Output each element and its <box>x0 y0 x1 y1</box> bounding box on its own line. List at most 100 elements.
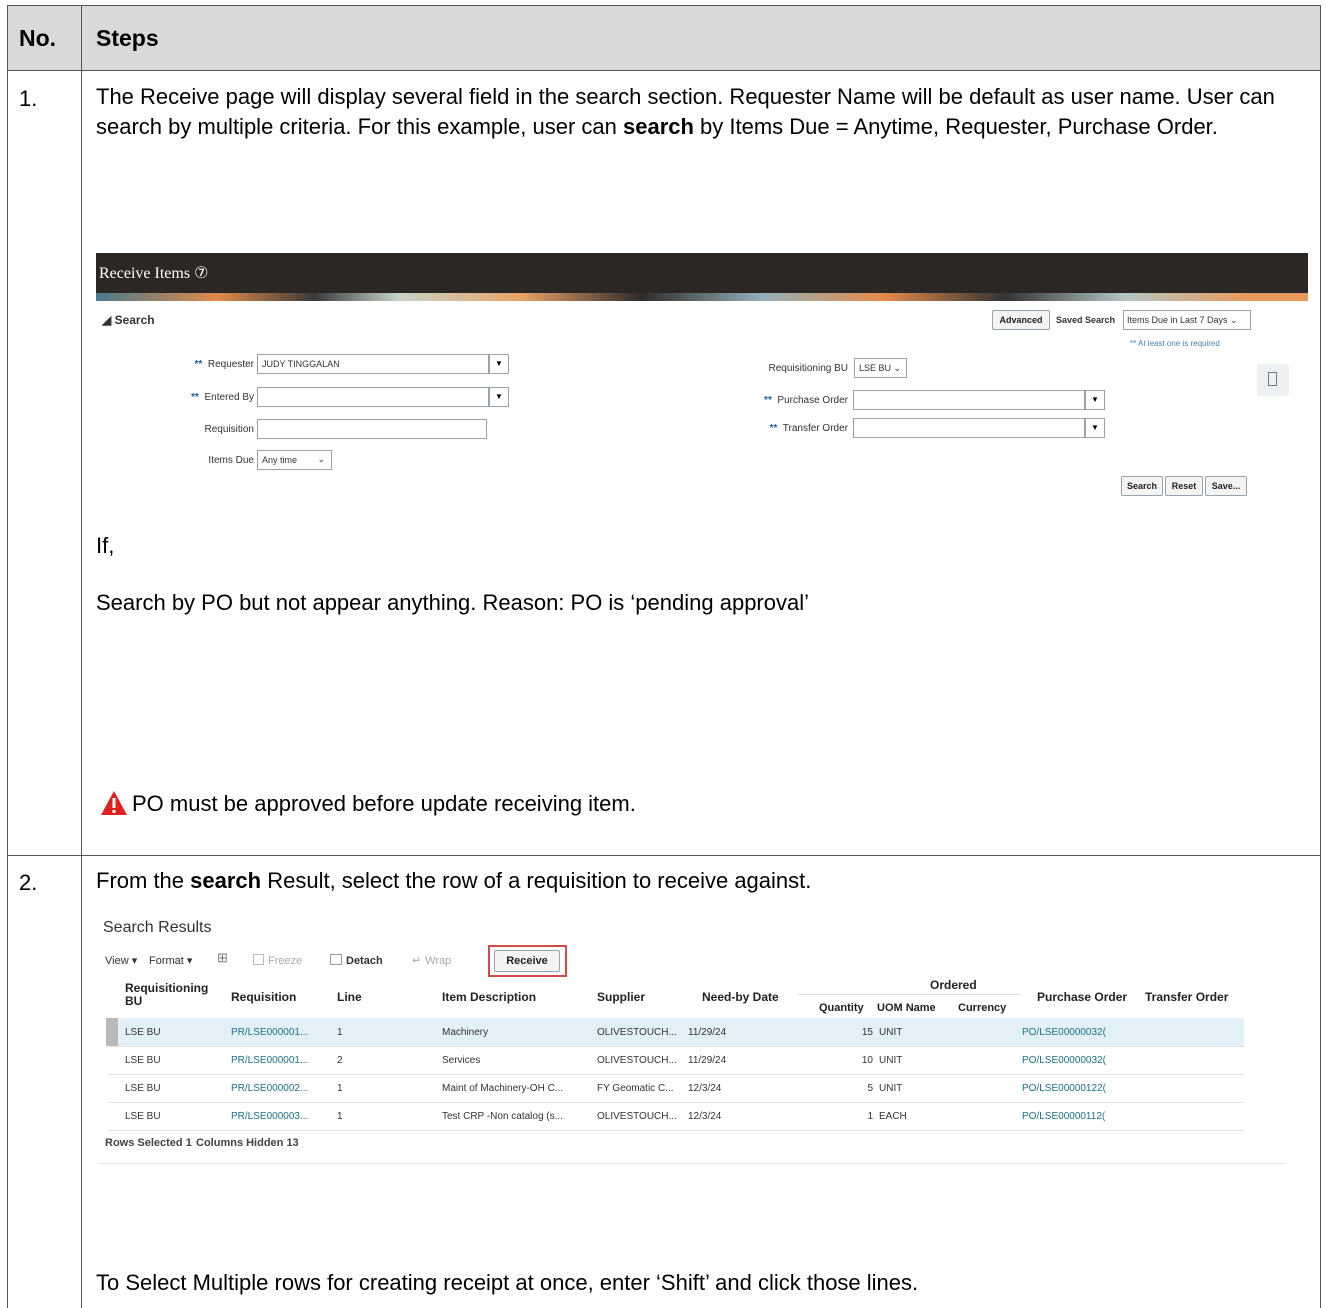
receive-items-title: Receive Items ⑦ <box>99 265 209 282</box>
cell-requisition-link[interactable]: PR/LSE000001... <box>231 1027 308 1038</box>
table-border-left <box>7 5 8 1308</box>
requisition-label: Requisition <box>204 424 254 435</box>
reset-button[interactable]: Reset <box>1165 476 1203 496</box>
header-need-by-date[interactable]: Need-by Date <box>702 990 779 1004</box>
header-requisitioning-bu[interactable]: Requisitioning BU <box>125 982 225 1008</box>
cell-requisition-link[interactable]: PR/LSE000002... <box>231 1083 308 1094</box>
requester-dropdown-icon[interactable]: ▼ <box>489 354 509 374</box>
format-menu[interactable]: Format ▾ <box>149 954 192 967</box>
columns-icon[interactable]: ⊞ <box>217 950 228 966</box>
cell-quantity: 15 <box>861 1027 873 1038</box>
entered-by-label: ** Entered By <box>191 392 254 403</box>
requisitioning-bu-label: Requisitioning BU <box>768 363 849 374</box>
cell-line: 1 <box>337 1111 343 1122</box>
warning-icon <box>101 791 127 815</box>
detach-button[interactable]: Detach <box>330 954 383 967</box>
cell-item: Machinery <box>442 1027 489 1038</box>
table-border-middle <box>81 5 82 1308</box>
cell-po-link[interactable]: PO/LSE00000112( <box>1022 1111 1105 1122</box>
saved-search-select[interactable]: Items Due in Last 7 Days ⌄ <box>1123 310 1251 330</box>
header-transfer-order[interactable]: Transfer Order <box>1145 990 1228 1004</box>
purchase-order-dropdown-icon[interactable]: ▼ <box>1085 390 1105 410</box>
items-due-label: Items Due <box>208 455 254 466</box>
cell-item: Maint of Machinery-OH C... <box>442 1083 564 1094</box>
purchase-order-label: ** Purchase Order <box>764 395 848 406</box>
advanced-button[interactable]: Advanced <box>992 310 1050 330</box>
search-button[interactable]: Search <box>1121 476 1163 496</box>
header-ordered: Ordered <box>930 978 977 992</box>
header-currency[interactable]: Currency <box>958 1002 1006 1014</box>
step-2-number: 2. <box>19 870 38 895</box>
cell-uom: UNIT <box>879 1055 903 1066</box>
header-purchase-order[interactable]: Purchase Order <box>1037 990 1127 1004</box>
cell-need-by: 11/29/24 <box>688 1055 727 1066</box>
header-requisition[interactable]: Requisition <box>231 990 296 1004</box>
requisitioning-bu-select[interactable]: LSE BU ⌄ <box>854 358 907 378</box>
cell-po-link[interactable]: PO/LSE00000032( <box>1022 1027 1106 1038</box>
wrap-icon: ↵ <box>412 955 422 967</box>
table-border-top <box>7 5 1321 6</box>
reason-text: Search by PO but not appear anything. Re… <box>96 590 810 615</box>
cell-supplier: OLIVESTOUCH... <box>597 1027 677 1038</box>
cell-requisition-link[interactable]: PR/LSE000001... <box>231 1055 308 1066</box>
cell-po-link[interactable]: PO/LSE00000032( <box>1022 1055 1106 1066</box>
cell-uom: UNIT <box>879 1083 903 1094</box>
cell-item: Test CRP -Non catalog (s... <box>442 1111 563 1122</box>
panel-drawer-icon[interactable] <box>1257 364 1289 396</box>
entered-by-input[interactable] <box>257 387 489 407</box>
view-menu[interactable]: View ▾ <box>105 954 137 967</box>
decorative-banner <box>96 293 1308 301</box>
cell-bu: LSE BU <box>125 1055 161 1066</box>
entered-by-dropdown-icon[interactable]: ▼ <box>489 387 509 407</box>
document-page: No. Steps 1. The Receive page will displ… <box>0 0 1327 1308</box>
header-supplier[interactable]: Supplier <box>597 990 645 1004</box>
requisition-input[interactable] <box>257 419 487 439</box>
cell-bu: LSE BU <box>125 1111 161 1122</box>
cell-line: 1 <box>337 1083 343 1094</box>
cell-supplier: FY Geomatic C... <box>597 1083 674 1094</box>
cell-need-by: 11/29/24 <box>688 1027 727 1038</box>
items-due-select[interactable]: Any time ⌄ <box>257 450 332 470</box>
header-uom-name[interactable]: UOM Name <box>877 1002 936 1014</box>
step-1-description: The Receive page will display several fi… <box>96 84 1275 139</box>
cell-po-link[interactable]: PO/LSE00000122( <box>1022 1083 1106 1094</box>
requester-label: ** Requester <box>194 359 255 370</box>
cell-uom: EACH <box>879 1111 907 1122</box>
receive-button[interactable]: Receive <box>494 950 560 972</box>
receive-items-screenshot: Receive Items ⑦ ◢ Search Advanced Saved … <box>96 253 1308 505</box>
save-button[interactable]: Save... <box>1205 476 1247 496</box>
rows-selected-status: Rows Selected 1 <box>105 1137 192 1149</box>
ordered-group-divider <box>798 994 1020 995</box>
receive-items-title-bar: Receive Items ⑦ <box>96 253 1308 293</box>
header-quantity[interactable]: Quantity <box>819 1002 864 1014</box>
table-border-row1 <box>7 855 1321 856</box>
requester-input[interactable]: JUDY TINGGALAN <box>257 354 489 374</box>
search-section-toggle[interactable]: ◢ Search <box>102 313 155 327</box>
table-border-right <box>1320 5 1321 1308</box>
if-label: If, <box>96 533 115 558</box>
saved-search-label: Saved Search <box>1056 315 1116 325</box>
cell-need-by: 12/3/24 <box>688 1083 722 1094</box>
cell-quantity: 5 <box>867 1083 873 1094</box>
cell-line: 1 <box>337 1027 343 1038</box>
required-note: ** At least one is required <box>1130 339 1220 348</box>
transfer-order-label: ** Transfer Order <box>769 423 848 434</box>
wrap-button[interactable]: ↵ Wrap <box>412 954 451 967</box>
purchase-order-input[interactable] <box>853 390 1085 410</box>
cell-requisition-link[interactable]: PR/LSE000003... <box>231 1111 308 1122</box>
cell-supplier: OLIVESTOUCH... <box>597 1055 677 1066</box>
header-item-description[interactable]: Item Description <box>442 990 536 1004</box>
step-2-description: From the search Result, select the row o… <box>96 868 812 893</box>
freeze-icon <box>253 954 264 965</box>
cell-need-by: 12/3/24 <box>688 1111 722 1122</box>
cell-bu: LSE BU <box>125 1027 161 1038</box>
transfer-order-dropdown-icon[interactable]: ▼ <box>1085 418 1105 438</box>
cell-bu: LSE BU <box>125 1083 161 1094</box>
step-1-number: 1. <box>19 86 38 111</box>
cell-item: Services <box>442 1055 481 1066</box>
multi-select-note: To Select Multiple rows for creating rec… <box>96 1270 919 1295</box>
results-footer-divider <box>100 1163 1284 1164</box>
transfer-order-input[interactable] <box>853 418 1085 438</box>
header-line[interactable]: Line <box>337 990 362 1004</box>
freeze-button[interactable]: Freeze <box>253 954 302 967</box>
